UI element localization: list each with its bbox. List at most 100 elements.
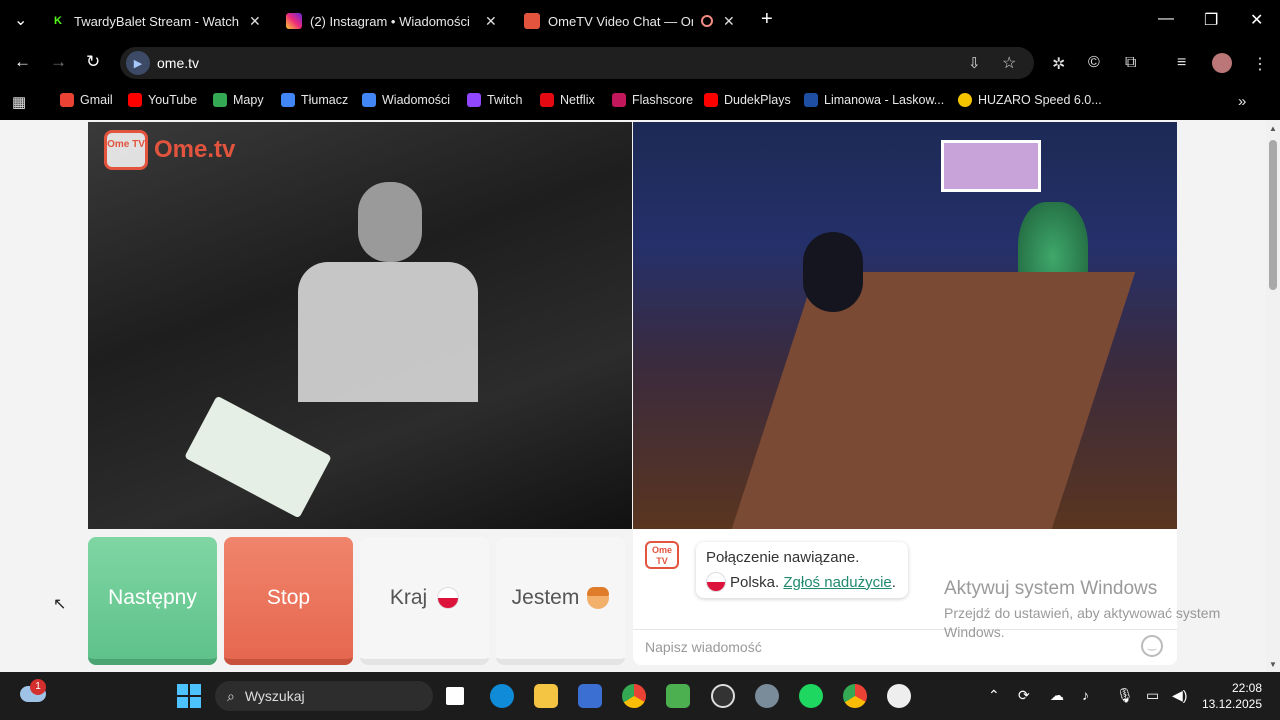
stop-label: Stop xyxy=(266,586,311,609)
weather-badge: 1 xyxy=(30,679,46,695)
gender-button[interactable]: Jestem xyxy=(496,537,625,665)
keyboard xyxy=(184,395,332,519)
bookmark-maps[interactable]: Mapy xyxy=(213,93,264,107)
system-clock[interactable]: 22:08 13.12.2025 xyxy=(1200,680,1262,712)
restore-icon[interactable]: ❐ xyxy=(1204,10,1218,30)
settings-gear-icon[interactable] xyxy=(755,684,779,708)
tab-twardybalet[interactable]: K TwardyBalet Stream - Watch Liv ✕ xyxy=(50,4,261,38)
report-suffix: . xyxy=(891,573,896,591)
tab-ometv[interactable]: OmeTV Video Chat — Ome ✕ xyxy=(524,4,735,38)
url-text: ome.tv xyxy=(157,55,200,71)
close-tab-icon[interactable]: ✕ xyxy=(249,13,261,30)
steam-like-icon[interactable] xyxy=(887,684,911,708)
apps-grid-icon[interactable]: ▦ xyxy=(12,93,26,111)
minimize-icon[interactable]: — xyxy=(1158,10,1174,28)
bookmarks-bar: ▦ Gmail YouTube Mapy Tłumacz Wiadomości … xyxy=(0,84,1280,120)
close-tab-icon[interactable]: ✕ xyxy=(485,13,497,30)
scrollbar-thumb[interactable] xyxy=(1269,140,1277,290)
clock-time: 22:08 xyxy=(1231,681,1262,695)
next-button[interactable]: Następny xyxy=(88,537,217,665)
chrome-profile-icon[interactable] xyxy=(843,684,867,708)
extensions-puzzle-icon[interactable]: ⧉ xyxy=(1125,54,1136,72)
search-icon: ⌕ xyxy=(227,687,235,704)
next-label: Następny xyxy=(108,586,197,609)
huzaro-icon xyxy=(958,93,972,107)
page-scrollbar[interactable]: ▲ ▼ xyxy=(1266,120,1280,672)
network-warning-icon[interactable]: ☁ xyxy=(1050,687,1064,704)
more-bookmarks-icon[interactable]: » xyxy=(1238,93,1246,110)
instagram-icon xyxy=(286,13,302,29)
media-controls-icon[interactable]: ≡ xyxy=(1177,54,1186,72)
mouse-cursor-icon: ↖ xyxy=(53,596,67,613)
bookmark-translate[interactable]: Tłumacz xyxy=(281,93,348,107)
local-video: Ome TV Ome.tv xyxy=(88,122,632,529)
bookmark-limanowa[interactable]: Limanowa - Laskow... xyxy=(804,93,944,107)
file-explorer-icon[interactable] xyxy=(534,684,558,708)
stop-button[interactable]: Stop xyxy=(224,537,353,665)
sync-icon[interactable]: ⟳ xyxy=(1018,687,1030,704)
back-icon[interactable]: ← xyxy=(14,52,31,72)
youtube-icon xyxy=(128,93,142,107)
gender-label: Jestem xyxy=(511,586,580,609)
chrome-icon[interactable] xyxy=(622,684,646,708)
bookmark-star-icon[interactable]: ☆ xyxy=(1002,53,1016,73)
new-tab-button[interactable]: + xyxy=(761,8,773,31)
connection-status: Połączenie nawiązane. xyxy=(706,549,860,566)
bookmark-label: HUZARO Speed 6.0... xyxy=(978,93,1102,107)
tab-instagram[interactable]: (2) Instagram • Wiadomości ✕ xyxy=(286,4,497,38)
system-message: Połączenie nawiązane. Polska. Zgłoś nadu… xyxy=(696,542,908,598)
country-button[interactable]: Kraj xyxy=(360,537,489,665)
bookmark-label: Twitch xyxy=(487,93,523,107)
kick-icon: K xyxy=(50,13,66,29)
tab-title: TwardyBalet Stream - Watch Liv xyxy=(74,13,239,29)
bookmark-twitch[interactable]: Twitch xyxy=(467,93,522,107)
netflix-icon xyxy=(540,93,554,107)
obs-icon[interactable] xyxy=(711,684,735,708)
speaker-tray-icon[interactable]: ♪ xyxy=(1082,687,1089,703)
volume-icon[interactable]: ◀) xyxy=(1172,687,1187,704)
message-input[interactable]: Napisz wiadomość xyxy=(645,639,762,655)
extension-c-icon[interactable]: © xyxy=(1088,54,1100,72)
screen: ⌄ K TwardyBalet Stream - Watch Liv ✕ (2)… xyxy=(0,0,1280,720)
scroll-up-icon[interactable]: ▲ xyxy=(1269,124,1277,133)
reload-icon[interactable]: ↻ xyxy=(86,52,100,72)
microsoft-store-icon[interactable] xyxy=(578,684,602,708)
person-sitting xyxy=(803,232,863,312)
report-abuse-link[interactable]: Zgłoś nadużycie xyxy=(783,574,891,591)
close-window-icon[interactable]: ✕ xyxy=(1250,10,1263,30)
scroll-down-icon[interactable]: ▼ xyxy=(1269,660,1277,669)
site-info-icon[interactable]: ▶ xyxy=(126,51,150,75)
twitch-icon xyxy=(467,93,481,107)
close-tab-icon[interactable]: ✕ xyxy=(723,13,735,30)
address-bar[interactable]: ▶ ome.tv ⇩ ☆ xyxy=(120,47,1034,79)
extension-icon[interactable]: ✲ xyxy=(1052,54,1065,74)
forward-icon[interactable]: → xyxy=(50,52,67,72)
bookmark-youtube[interactable]: YouTube xyxy=(128,93,197,107)
show-hidden-icons-chevron[interactable]: ⌃ xyxy=(988,687,1000,704)
profile-avatar[interactable] xyxy=(1212,53,1232,73)
news-icon xyxy=(362,93,376,107)
bookmark-gmail[interactable]: Gmail xyxy=(60,93,113,107)
windows-start-icon[interactable] xyxy=(177,684,201,708)
bookmark-flashscore[interactable]: Flashscore xyxy=(612,93,693,107)
bookmark-dudekplays[interactable]: DudekPlays xyxy=(704,93,791,107)
spotify-icon[interactable] xyxy=(799,684,823,708)
taskbar-search[interactable]: ⌕ Wyszukaj xyxy=(215,681,433,711)
poland-flag-icon xyxy=(437,587,460,609)
bookmark-huzaro[interactable]: HUZARO Speed 6.0... xyxy=(958,93,1102,107)
bookmark-news[interactable]: Wiadomości xyxy=(362,93,450,107)
install-app-icon[interactable]: ⇩ xyxy=(968,54,981,72)
minecraft-icon[interactable] xyxy=(666,684,690,708)
tv-screen xyxy=(941,140,1041,192)
bookmark-label: DudekPlays xyxy=(724,93,791,107)
display-icon[interactable]: ▭ xyxy=(1146,687,1159,704)
limanowa-icon xyxy=(804,93,818,107)
bookmark-label: Tłumacz xyxy=(301,93,349,107)
menu-kebab-icon[interactable]: ⋮ xyxy=(1252,54,1268,74)
tab-search-chevron-icon[interactable]: ⌄ xyxy=(14,10,27,30)
microphone-icon[interactable]: 🎙 xyxy=(1116,687,1134,704)
flashscore-icon xyxy=(612,93,626,107)
task-view-icon[interactable] xyxy=(446,687,464,705)
edge-icon[interactable] xyxy=(490,684,514,708)
bookmark-netflix[interactable]: Netflix xyxy=(540,93,595,107)
